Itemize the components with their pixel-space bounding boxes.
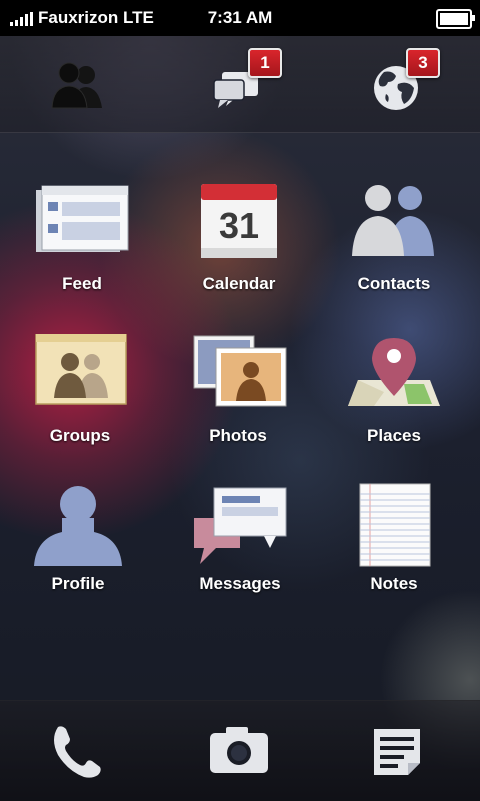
calendar-icon: 31 [201, 184, 277, 258]
app-label-places: Places [367, 426, 421, 445]
app-label-contacts: Contacts [357, 274, 431, 293]
status-bar: Fauxrizon LTE 7:31 AM [0, 0, 480, 36]
app-groups[interactable]: Groups [5, 334, 155, 464]
calendar-date: 31 [219, 205, 259, 246]
app-label-profile: Profile [51, 574, 105, 593]
app-label-feed: Feed [62, 274, 102, 293]
compose-icon [374, 729, 420, 775]
camera-icon [210, 727, 268, 773]
app-calendar[interactable]: 31 Calendar [164, 182, 314, 312]
notes-icon [359, 483, 431, 567]
battery-icon [436, 9, 475, 29]
photos-icon [193, 335, 287, 407]
app-label-groups: Groups [49, 426, 111, 445]
app-places[interactable]: Places [319, 334, 469, 464]
phone-icon [54, 726, 101, 778]
app-notes[interactable]: Notes [319, 482, 469, 612]
app-label-photos: Photos [209, 426, 267, 445]
notifications-jewel-button[interactable]: 3 [358, 48, 440, 120]
app-photos[interactable]: Photos [163, 334, 313, 464]
notifications-badge: 3 [406, 48, 440, 78]
phone-button[interactable] [40, 719, 110, 783]
friend-requests-icon [51, 62, 102, 109]
messages-icon [194, 487, 287, 564]
app-label-calendar: Calendar [202, 274, 276, 293]
dock [0, 700, 480, 801]
feed-icon [36, 185, 129, 252]
profile-icon [34, 486, 122, 566]
app-feed[interactable]: Feed [7, 182, 157, 312]
contacts-icon [352, 185, 434, 256]
messages-badge: 1 [248, 48, 282, 78]
jewel-bar: 1 3 [0, 36, 480, 133]
app-messages[interactable]: Messages [165, 482, 315, 612]
groups-icon [35, 334, 127, 405]
app-profile[interactable]: Profile [3, 482, 153, 612]
app-label-notes: Notes [370, 574, 418, 593]
messages-jewel-button[interactable]: 1 [200, 48, 282, 120]
camera-button[interactable] [204, 719, 274, 783]
places-icon [348, 338, 440, 406]
app-contacts[interactable]: Contacts [319, 182, 469, 312]
status-time: 7:31 AM [207, 8, 273, 27]
app-label-messages: Messages [199, 574, 281, 593]
compose-button[interactable] [362, 719, 432, 783]
friend-requests-button[interactable] [36, 50, 116, 120]
